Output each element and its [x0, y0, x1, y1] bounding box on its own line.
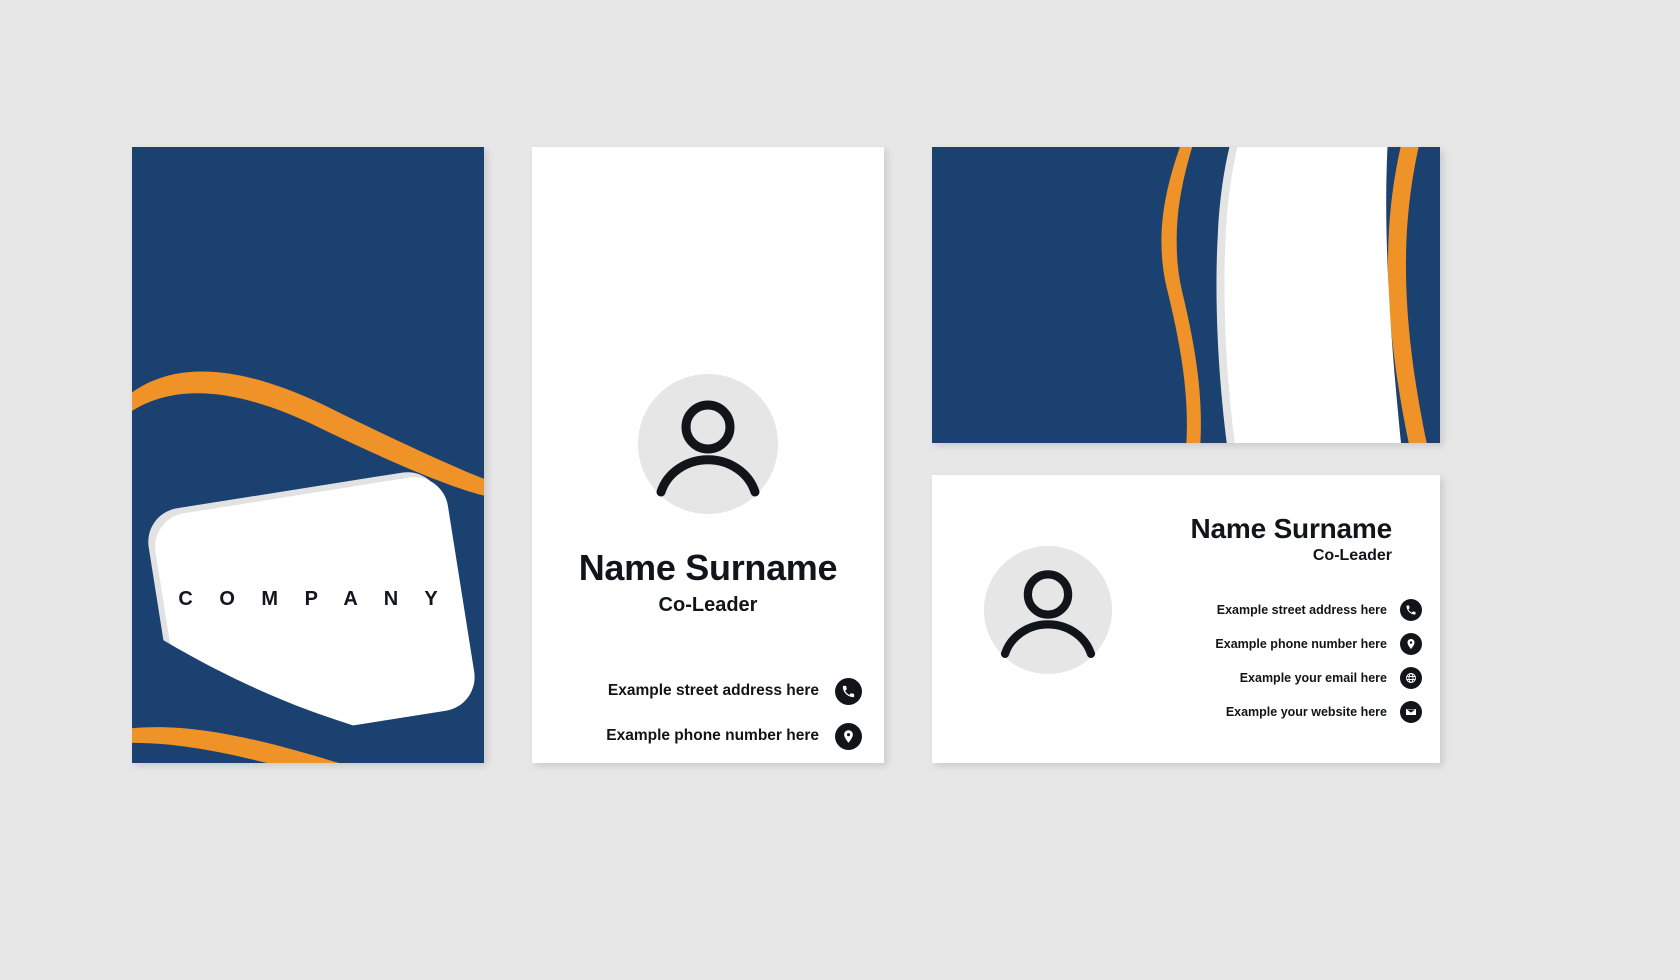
phone-icon — [835, 677, 862, 705]
card4-avatar-wrapper — [984, 546, 1112, 674]
card-vertical-back[interactable]: Name Surname Co-Leader Example street ad… — [532, 147, 884, 763]
person-avatar-icon — [984, 546, 1112, 674]
contact-row[interactable]: Example your email here — [1215, 665, 1422, 691]
contact-text: Example your website here — [1225, 705, 1387, 719]
phone-icon — [1400, 599, 1422, 621]
card2-contact-list: Example street address here Example phon… — [572, 675, 862, 763]
card2-person-name: Name Surname — [578, 547, 838, 588]
contact-text: Example phone number here — [1215, 637, 1387, 651]
card4-contact-list: Example street address here Example phon… — [1215, 597, 1422, 733]
contact-text: Example street address here — [1216, 603, 1387, 617]
card-horizontal-front[interactable]: Name Surname Co-Leader Example street ad… — [932, 475, 1440, 763]
contact-row[interactable]: Example street address here — [572, 675, 862, 707]
contact-text: Example street address here — [607, 682, 819, 699]
contact-text: Example your email here — [1239, 671, 1387, 685]
card2-person-role: Co-Leader — [658, 594, 758, 616]
card3-decorative-waves — [1161, 147, 1427, 443]
business-card-template-canvas: C O M P A N Y Name Surname Co-Leader Exa… — [0, 0, 1680, 980]
contact-text: Example phone number here — [606, 727, 819, 744]
person-avatar-icon — [638, 374, 778, 514]
contact-row[interactable]: Example phone number here — [1215, 631, 1422, 657]
contact-row[interactable]: Example your website here — [1215, 699, 1422, 725]
location-pin-icon — [835, 722, 862, 750]
card-horizontal-back[interactable]: C O M P A N Y — [932, 147, 1440, 443]
card4-person-role: Co-Leader — [1312, 547, 1392, 564]
card1-decorative-waves — [132, 371, 484, 763]
card2-avatar-wrapper — [532, 374, 884, 514]
card4-person-name: Name Surname — [1190, 513, 1393, 544]
card1-company-name: C O M P A N Y — [178, 588, 449, 610]
contact-row[interactable]: Example street address here — [1215, 597, 1422, 623]
card-vertical-front[interactable]: C O M P A N Y — [132, 147, 484, 763]
envelope-icon — [1400, 701, 1422, 723]
globe-icon — [1400, 667, 1422, 689]
contact-row[interactable]: Example phone number here — [572, 720, 862, 752]
location-pin-icon — [1400, 633, 1422, 655]
